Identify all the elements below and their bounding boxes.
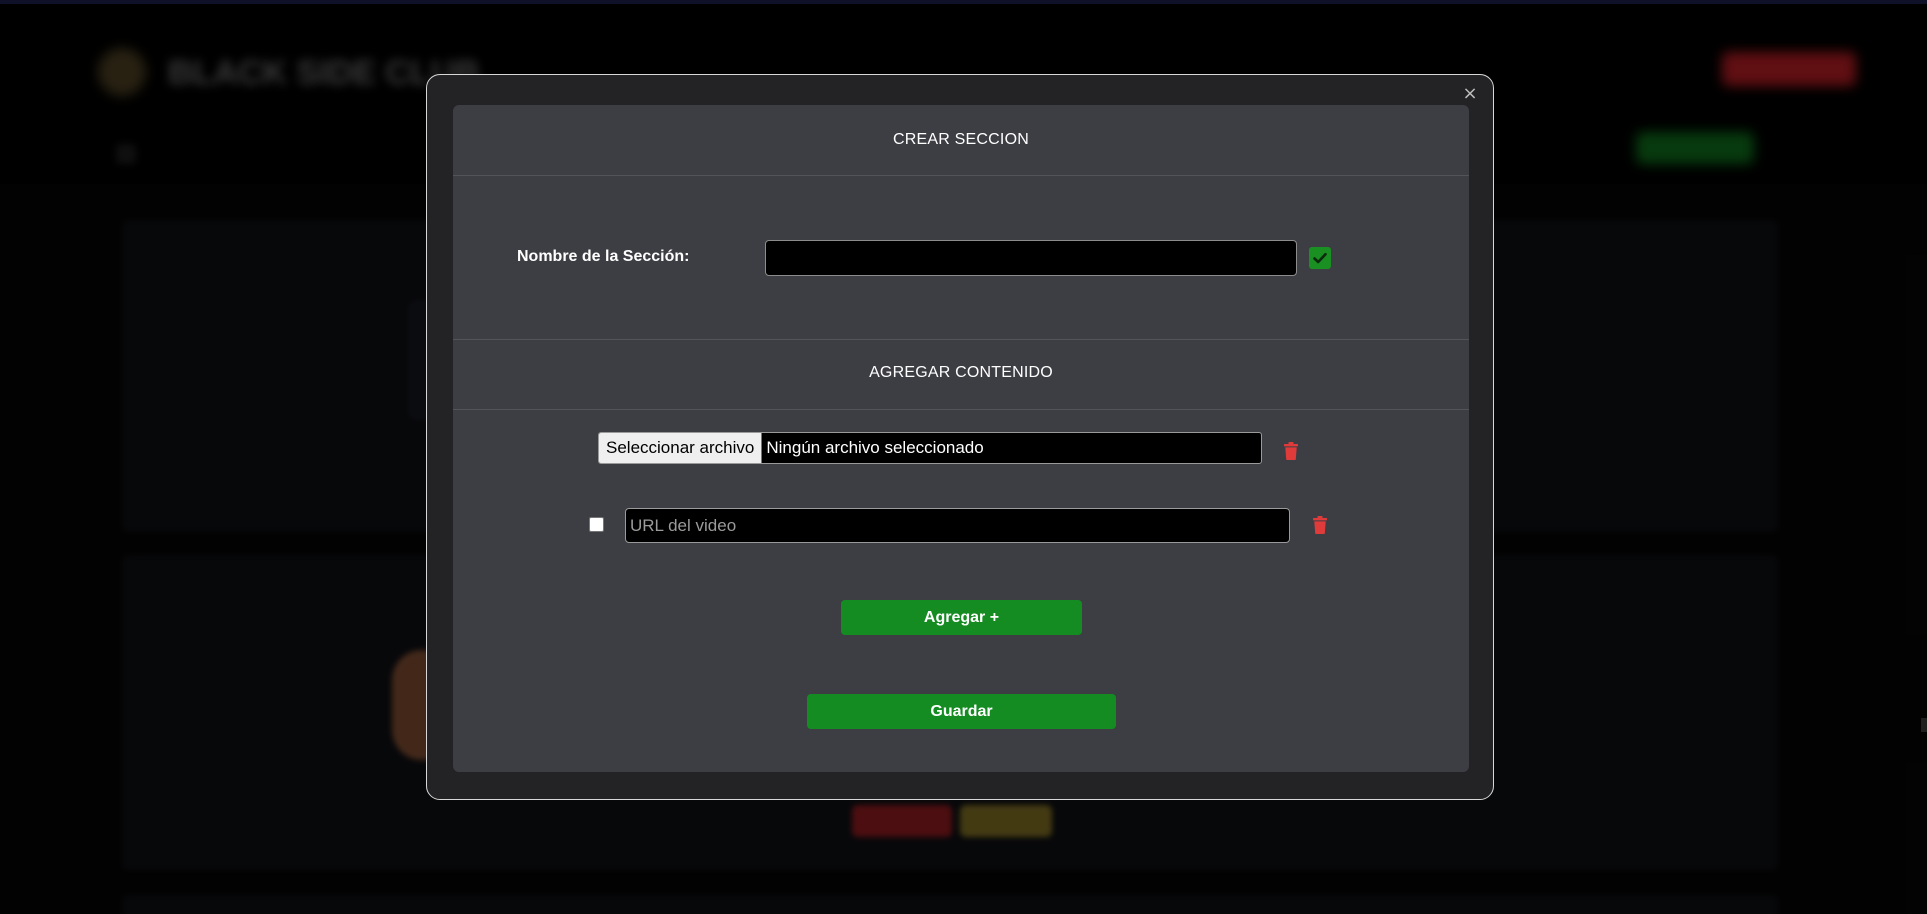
close-icon[interactable]: × xyxy=(1461,85,1479,103)
create-section-modal: × CREAR SECCION Nombre de la Sección: AG… xyxy=(426,74,1494,800)
section-name-label: Nombre de la Sección: xyxy=(517,248,690,265)
divider xyxy=(453,339,1469,340)
trash-icon[interactable] xyxy=(1313,516,1327,539)
url-checkbox[interactable] xyxy=(589,517,604,532)
add-content-button[interactable]: Agregar + xyxy=(841,600,1082,635)
confirm-section-button[interactable] xyxy=(1309,247,1331,269)
video-url-input[interactable] xyxy=(625,508,1290,543)
divider xyxy=(453,409,1469,410)
crear-seccion-heading: CREAR SECCION xyxy=(893,131,1029,148)
file-status-text: Ningún archivo seleccionado xyxy=(766,438,984,457)
modal-panel: CREAR SECCION Nombre de la Sección: AGRE… xyxy=(453,105,1469,772)
file-input[interactable]: Seleccionar archivo Ningún archivo selec… xyxy=(598,432,1262,464)
agregar-contenido-heading: AGREGAR CONTENIDO xyxy=(869,364,1053,381)
check-icon xyxy=(1313,252,1327,264)
select-file-button[interactable]: Seleccionar archivo xyxy=(599,433,763,463)
save-button[interactable]: Guardar xyxy=(807,694,1116,729)
section-name-input[interactable] xyxy=(765,240,1297,276)
trash-icon[interactable] xyxy=(1284,442,1298,465)
divider xyxy=(453,175,1469,176)
